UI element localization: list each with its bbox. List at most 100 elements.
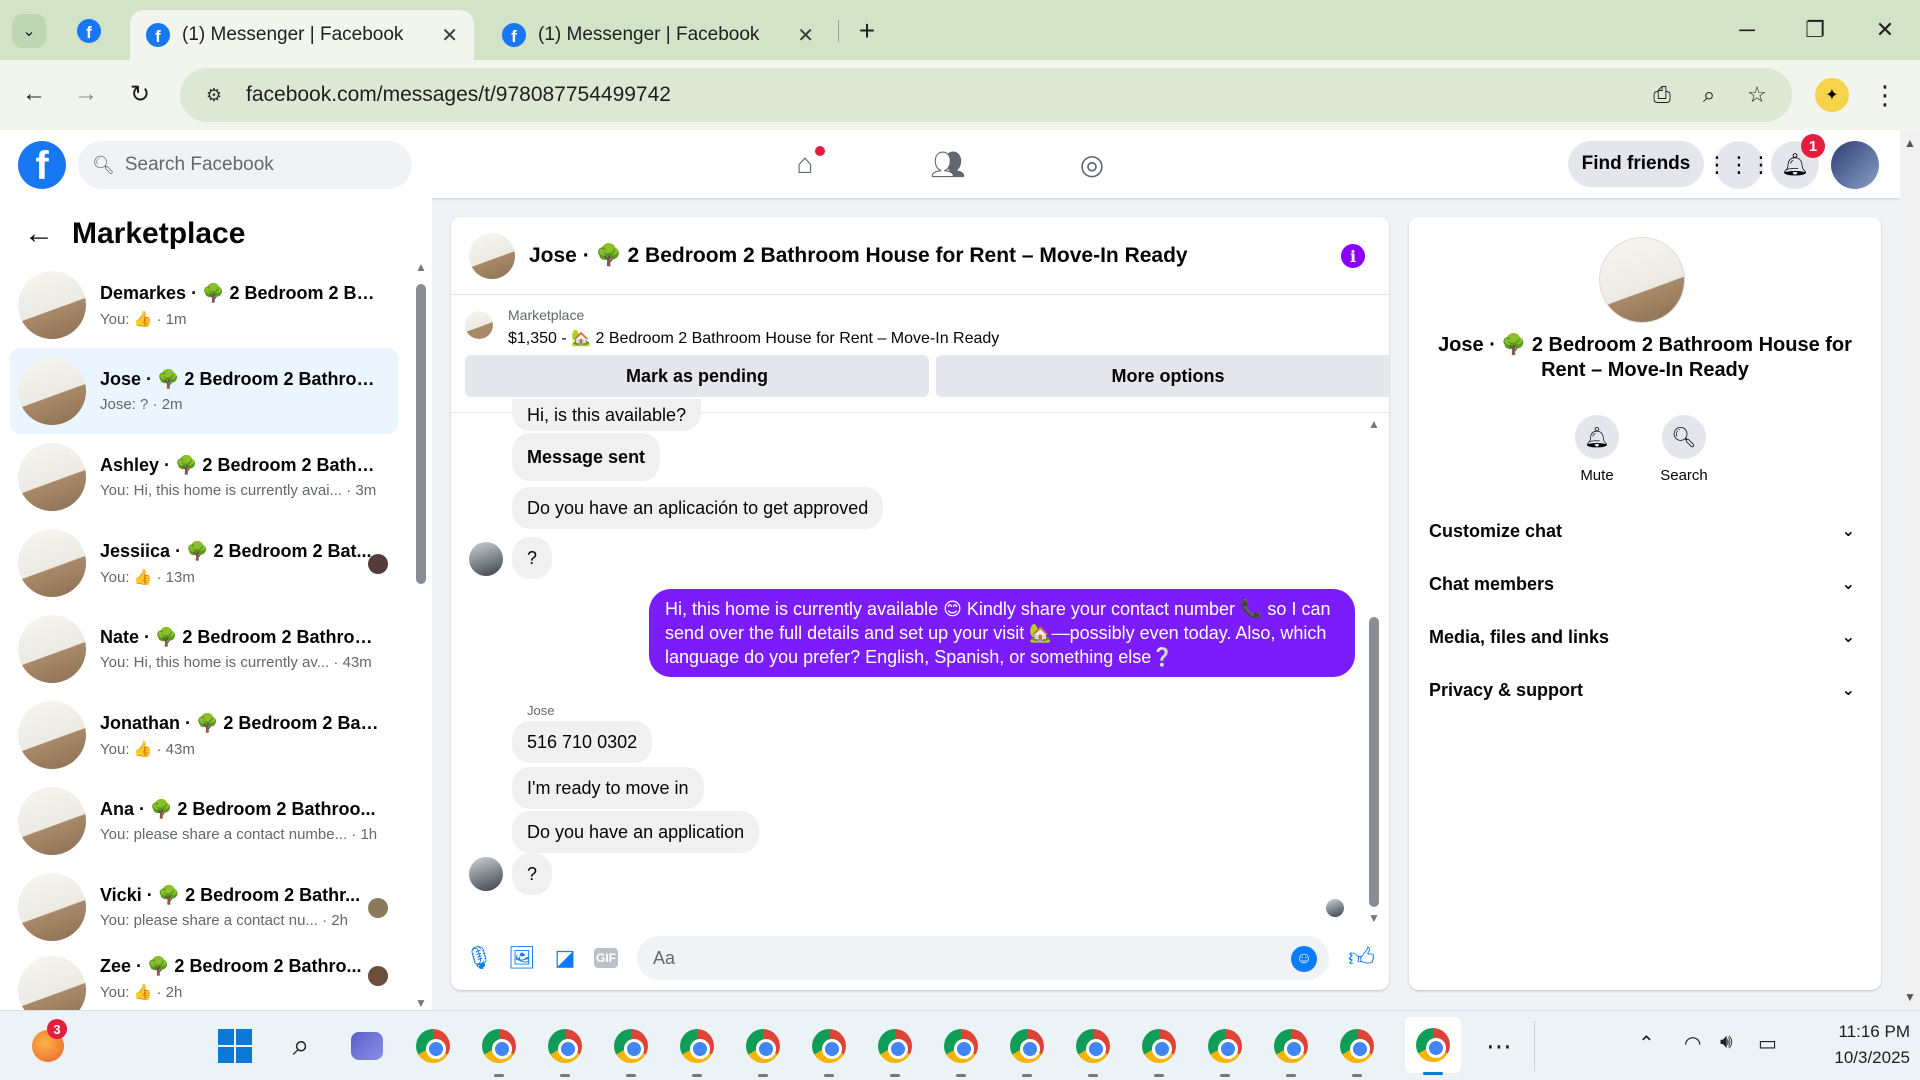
chrome-taskbar-icon[interactable] — [410, 1023, 456, 1069]
chrome-profile-taskbar-icon[interactable] — [938, 1023, 984, 1077]
groups-icon[interactable]: ◎ — [1072, 144, 1112, 184]
chrome-profile-taskbar-icon[interactable] — [872, 1023, 918, 1077]
running-indicator — [1022, 1074, 1032, 1077]
mute-action[interactable]: 🔔︎ Mute — [1557, 415, 1637, 484]
show-hidden-icons-chevron-up-icon[interactable]: ⌃ — [1638, 1031, 1655, 1056]
facebook-search-input[interactable]: 🔍︎ Search Facebook — [78, 141, 412, 189]
new-tab-button[interactable]: + — [850, 14, 884, 48]
find-friends-button[interactable]: Find friends — [1568, 141, 1704, 187]
site-info-icon[interactable]: ⚙ — [194, 85, 234, 106]
listing-thumbnail[interactable] — [465, 311, 493, 339]
close-window-button[interactable]: ✕ — [1860, 10, 1910, 50]
media-files-links-section[interactable]: Media, files and links ⌄ — [1429, 611, 1861, 663]
facebook-logo[interactable]: f — [18, 141, 66, 189]
more-options-button[interactable]: More options — [936, 355, 1389, 397]
chat-members-section[interactable]: Chat members ⌄ — [1429, 558, 1861, 610]
scrollbar-thumb[interactable] — [416, 284, 426, 584]
conversation-avatar[interactable] — [1599, 237, 1685, 323]
conversation-item[interactable]: Vicki · 🌳 2 Bedroom 2 Bathr... You: plea… — [10, 864, 398, 950]
sender-avatar[interactable] — [469, 542, 503, 576]
thumbs-up-like-icon[interactable]: 👍︎ — [1348, 942, 1375, 973]
chat-title[interactable]: Jose · 🌳 2 Bedroom 2 Bathroom House for … — [529, 244, 1188, 268]
search-action[interactable]: 🔍︎ Search — [1644, 415, 1724, 484]
mark-as-pending-button[interactable]: Mark as pending — [465, 355, 929, 397]
sticker-icon[interactable]: ◪ — [551, 944, 579, 972]
conversation-item[interactable]: Ana · 🌳 2 Bedroom 2 Bathroo... You: plea… — [10, 778, 398, 864]
conversation-item-active[interactable]: Jose · 🌳 2 Bedroom 2 Bathroo... Jose: ? … — [10, 348, 398, 434]
close-icon[interactable]: ✕ — [797, 23, 814, 48]
restore-button[interactable]: ❐ — [1790, 10, 1840, 50]
url-text[interactable]: facebook.com/messages/t/978087754499742 — [246, 83, 671, 107]
scroll-up-arrow-icon[interactable]: ▲ — [414, 260, 428, 274]
message-input[interactable]: Aa ☺ — [637, 936, 1329, 980]
volume-icon[interactable]: 🔊︎ — [1720, 1031, 1733, 1054]
back-button[interactable]: ← — [14, 74, 54, 114]
friends-icon[interactable]: 👥︎ — [928, 144, 968, 184]
conversation-item[interactable]: Jonathan · 🌳 2 Bedroom 2 Bat... You: 👍 ·… — [10, 692, 398, 778]
chrome-profile-taskbar-icon[interactable] — [1070, 1023, 1116, 1077]
conversation-item[interactable]: Jessiica · 🌳 2 Bedroom 2 Bat... You: 👍 ·… — [10, 520, 398, 606]
chrome-profile-taskbar-icon[interactable] — [1136, 1023, 1182, 1077]
scrollbar-thumb[interactable] — [1369, 617, 1379, 907]
bell-icon[interactable]: 🔔︎ — [1575, 415, 1619, 459]
back-arrow-icon[interactable]: ← — [24, 217, 54, 251]
tab-messenger[interactable]: f (1) Messenger | Facebook ✕ — [486, 10, 830, 60]
conversation-item[interactable]: Demarkes · 🌳 2 Bedroom 2 Bat... You: 👍 ·… — [10, 262, 398, 348]
browser-menu-icon[interactable]: ⋮ — [1868, 76, 1902, 114]
info-icon[interactable]: i — [1341, 244, 1365, 268]
scroll-up-arrow-icon[interactable]: ▲ — [1367, 417, 1381, 431]
chrome-profile-taskbar-icon[interactable] — [740, 1023, 786, 1077]
chat-avatar[interactable] — [469, 232, 515, 279]
more-apps-icon[interactable]: ⋯ — [1476, 1023, 1522, 1069]
reload-button[interactable]: ↻ — [120, 74, 160, 114]
system-clock[interactable]: 11:16 PM 10/3/2025 — [1800, 1019, 1910, 1071]
install-app-icon[interactable]: ⎙ — [1645, 78, 1679, 112]
chrome-profile-taskbar-icon[interactable] — [1268, 1023, 1314, 1077]
omnibox[interactable]: ⚙ facebook.com/messages/t/97808775449974… — [180, 68, 1792, 122]
battery-icon[interactable]: ▭ — [1758, 1031, 1777, 1056]
chrome-profile-taskbar-icon[interactable] — [1202, 1023, 1248, 1077]
conversation-item[interactable]: Zee · 🌳 2 Bedroom 2 Bathro... You: 👍 · 2… — [10, 950, 398, 1010]
chrome-active-taskbar-icon[interactable] — [1405, 1017, 1461, 1075]
search-icon[interactable]: 🔍︎ — [1662, 415, 1706, 459]
page-scrollbar[interactable]: ▲ ▼ — [1900, 130, 1920, 1010]
running-indicator — [1352, 1074, 1362, 1077]
conversation-list-scrollbar[interactable]: ▲ ▼ — [414, 260, 428, 1010]
photo-icon[interactable]: 🖼︎ — [508, 944, 536, 972]
chrome-profile-taskbar-icon[interactable] — [806, 1023, 852, 1077]
zoom-icon[interactable]: ⌕ — [1692, 78, 1726, 112]
chrome-profile-taskbar-icon[interactable] — [542, 1023, 588, 1077]
conversation-item[interactable]: Ashley · 🌳 2 Bedroom 2 Bathro... You: Hi… — [10, 434, 398, 520]
start-button[interactable] — [212, 1023, 258, 1069]
scroll-up-arrow-icon[interactable]: ▲ — [1904, 136, 1916, 150]
wifi-icon[interactable]: ◠ — [1684, 1031, 1701, 1056]
close-icon[interactable]: ✕ — [441, 23, 458, 48]
conversation-item[interactable]: Nate · 🌳 2 Bedroom 2 Bathroo... You: Hi,… — [10, 606, 398, 692]
listing-price[interactable]: $1,350 - 🏡 2 Bedroom 2 Bathroom House fo… — [508, 328, 999, 348]
tab-search-dropdown-icon[interactable]: ⌄ — [12, 14, 46, 48]
menu-grid-icon[interactable]: ⋮⋮⋮ — [1706, 141, 1772, 189]
privacy-support-section[interactable]: Privacy & support ⌄ — [1429, 664, 1861, 716]
emoji-icon[interactable]: ☺ — [1291, 946, 1317, 972]
minimize-button[interactable]: ─ — [1722, 10, 1772, 50]
sender-avatar[interactable] — [469, 857, 503, 891]
chrome-profile-taskbar-icon[interactable] — [476, 1023, 522, 1077]
chrome-profile-taskbar-icon[interactable] — [674, 1023, 720, 1077]
scroll-down-arrow-icon[interactable]: ▼ — [414, 996, 428, 1010]
taskbar-search-icon[interactable]: ⌕ — [278, 1023, 324, 1069]
scroll-down-arrow-icon[interactable]: ▼ — [1904, 990, 1916, 1004]
account-avatar[interactable] — [1831, 141, 1879, 189]
customize-chat-section[interactable]: Customize chat ⌄ — [1429, 505, 1861, 557]
chrome-profile-taskbar-icon[interactable] — [1334, 1023, 1380, 1077]
microphone-icon[interactable]: 🎙︎ — [465, 944, 493, 972]
forward-button[interactable]: → — [66, 74, 106, 114]
chrome-profile-taskbar-icon[interactable] — [1004, 1023, 1050, 1077]
gif-icon[interactable]: GIF — [594, 948, 618, 968]
bookmark-star-icon[interactable]: ☆ — [1740, 78, 1774, 112]
tab-messenger-active[interactable]: f (1) Messenger | Facebook ✕ — [130, 10, 474, 60]
chrome-profile-taskbar-icon[interactable] — [608, 1023, 654, 1077]
browser-profile-avatar[interactable]: ✦ — [1815, 78, 1849, 112]
message-scrollbar[interactable]: ▲ ▼ — [1367, 417, 1381, 925]
teams-meet-icon[interactable] — [344, 1023, 390, 1069]
pinned-facebook-tab[interactable]: f — [72, 14, 106, 48]
